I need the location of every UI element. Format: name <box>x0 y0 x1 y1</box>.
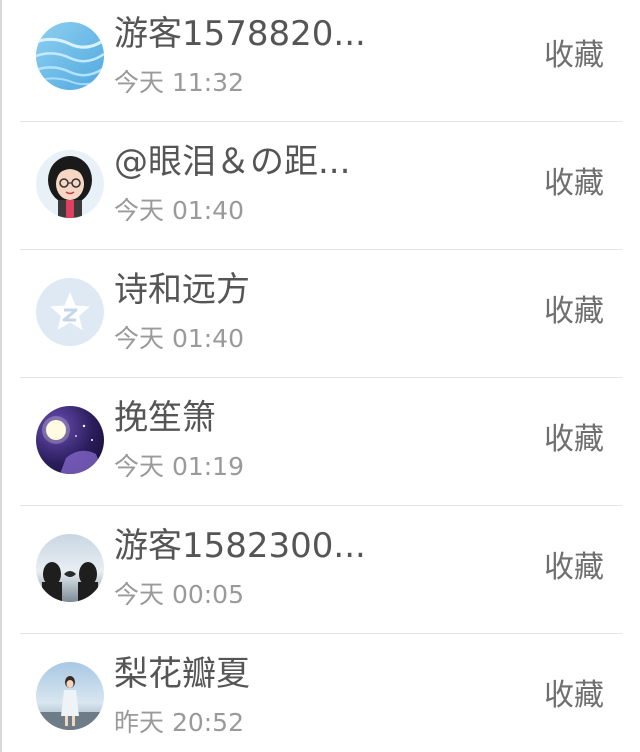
favorite-button[interactable]: 收藏 <box>544 420 604 460</box>
avatar-sky-water-icon[interactable] <box>36 22 104 90</box>
visitor-name[interactable]: 游客1578820... <box>114 12 366 56</box>
favorite-button[interactable]: 收藏 <box>544 36 604 76</box>
list-item[interactable]: 游客1578820... 今天 11:32 收藏 <box>0 0 640 122</box>
favorite-button[interactable]: 收藏 <box>544 292 604 332</box>
visit-time: 今天 01:40 <box>114 324 244 353</box>
visit-time: 昨天 20:52 <box>114 708 244 737</box>
visitor-list: 游客1578820... 今天 11:32 收藏 @眼泪＆の距... 今天 01… <box>0 0 640 752</box>
list-item[interactable]: 梨花瓣夏 昨天 20:52 收藏 <box>0 634 640 752</box>
visit-time: 今天 11:32 <box>114 68 244 97</box>
favorite-button[interactable]: 收藏 <box>544 548 604 588</box>
visitor-name[interactable]: 诗和远方 <box>114 268 250 312</box>
visit-time: 今天 00:05 <box>114 580 244 609</box>
visitor-list-screen: 游客1578820... 今天 11:32 收藏 @眼泪＆の距... 今天 01… <box>0 0 640 752</box>
visit-time: 今天 01:40 <box>114 196 244 225</box>
list-item[interactable]: 诗和远方 今天 01:40 收藏 <box>0 250 640 378</box>
visitor-name[interactable]: 挽笙箫 <box>114 396 216 440</box>
visitor-name[interactable]: 游客1582300... <box>114 524 366 568</box>
favorite-button[interactable]: 收藏 <box>544 676 604 716</box>
list-item[interactable]: @眼泪＆の距... 今天 01:40 收藏 <box>0 122 640 250</box>
visitor-name[interactable]: 梨花瓣夏 <box>114 652 250 696</box>
avatar-anime-girl-glasses-icon[interactable] <box>36 150 104 218</box>
favorite-button[interactable]: 收藏 <box>544 164 604 204</box>
avatar-two-silhouettes-icon[interactable] <box>36 534 104 602</box>
avatar-girl-photo-icon[interactable] <box>36 662 104 730</box>
list-item[interactable]: 游客1582300... 今天 00:05 收藏 <box>0 506 640 634</box>
avatar-default-star-icon[interactable] <box>36 278 104 346</box>
visitor-name[interactable]: @眼泪＆の距... <box>114 140 350 184</box>
list-item[interactable]: 挽笙箫 今天 01:19 收藏 <box>0 378 640 506</box>
visit-time: 今天 01:19 <box>114 452 244 481</box>
avatar-purple-moon-icon[interactable] <box>36 406 104 474</box>
